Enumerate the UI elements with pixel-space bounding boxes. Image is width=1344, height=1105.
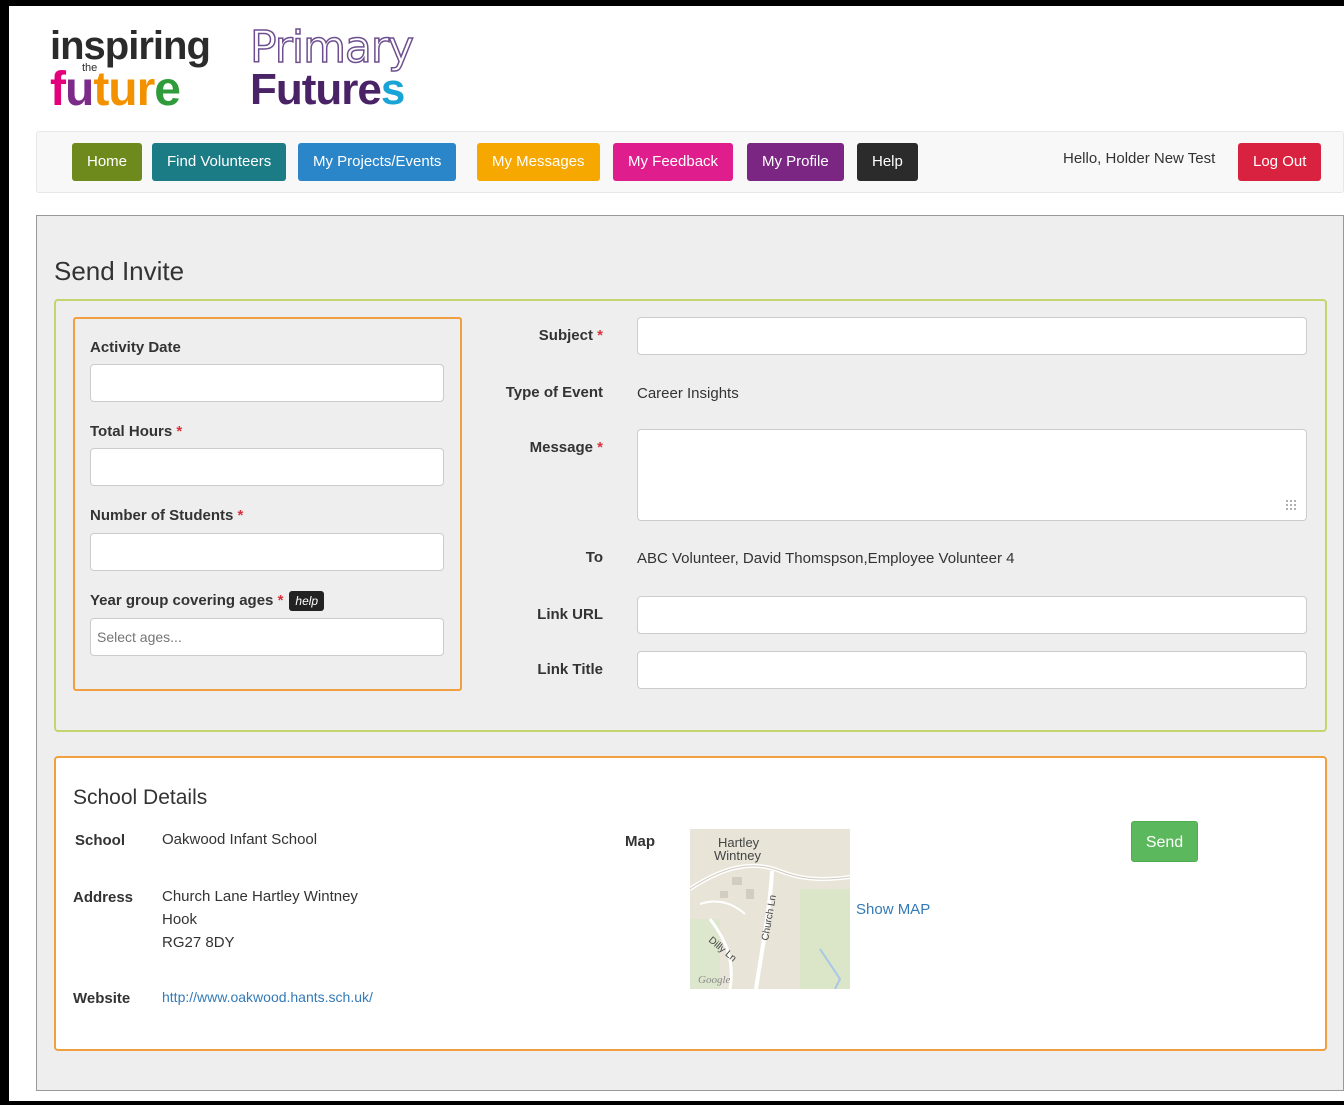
logo-future: future (50, 63, 181, 116)
nav-my-profile[interactable]: My Profile (747, 143, 844, 181)
activity-date-input[interactable] (90, 364, 444, 402)
logout-button[interactable]: Log Out (1238, 143, 1322, 181)
map-thumbnail[interactable]: Hartley Wintney Church Ln Dilly Ln Googl… (690, 829, 850, 989)
students-input[interactable] (90, 533, 444, 571)
school-name-value: Oakwood Infant School (162, 831, 318, 848)
activity-date-label: Activity Date (90, 339, 181, 356)
total-hours-input[interactable] (90, 448, 444, 486)
map-image: Hartley Wintney Church Ln Dilly Ln Googl… (690, 829, 850, 989)
logo-futures: Futures (250, 65, 405, 114)
page-title: Send Invite (54, 256, 185, 286)
textarea-resize-handle[interactable] (1285, 499, 1297, 511)
user-greeting: Hello, Holder New Test (1063, 150, 1216, 167)
ages-select-input[interactable] (90, 618, 444, 656)
message-label: Message * (529, 439, 603, 456)
year-group-label: Year group covering ages * help (90, 591, 325, 611)
to-label: To (585, 549, 603, 566)
map-label: Map (625, 833, 655, 850)
main-navbar: Home Find Volunteers My Projects/Events … (36, 131, 1344, 193)
send-button[interactable]: Send (1131, 821, 1198, 862)
total-hours-label: Total Hours * (90, 423, 183, 440)
nav-my-projects-events[interactable]: My Projects/Events (298, 143, 457, 181)
link-url-label: Link URL (537, 606, 603, 623)
nav-find-volunteers[interactable]: Find Volunteers (152, 143, 287, 181)
address-value: Church Lane Hartley Wintney Hook RG27 8D… (162, 888, 358, 951)
show-map-link[interactable]: Show MAP (856, 898, 930, 921)
invite-form-box: Activity Date Total Hours * Number of St… (54, 299, 1327, 732)
frame-top (0, 0, 1344, 6)
subject-input[interactable] (637, 317, 1307, 355)
map-attribution: Google (698, 974, 731, 986)
to-recipients-value: ABC Volunteer, David Thomspson,Employee … (637, 550, 1015, 567)
map-place-line-2: Wintney (714, 848, 761, 863)
address-label: Address (73, 889, 134, 906)
link-title-input[interactable] (637, 651, 1307, 689)
site-logo[interactable]: inspiring the future Primary Futures (50, 21, 450, 116)
school-details-title: School Details (73, 786, 208, 809)
website-label: Website (73, 990, 131, 1007)
nav-home[interactable]: Home (72, 143, 143, 181)
link-url-input[interactable] (637, 596, 1307, 634)
main-panel: Send Invite Activity Date Total Hours * … (36, 215, 1344, 1091)
year-group-help-button[interactable]: help (289, 591, 325, 611)
nav-my-messages[interactable]: My Messages (477, 143, 600, 181)
activity-details-box: Activity Date Total Hours * Number of St… (73, 317, 462, 691)
subject-label: Subject * (538, 327, 603, 344)
frame-left (0, 0, 9, 1105)
nav-help[interactable]: Help (857, 143, 918, 181)
nav-my-feedback[interactable]: My Feedback (613, 143, 734, 181)
students-label: Number of Students * (90, 507, 244, 524)
school-details-box: School Details School Oakwood Infant Sch… (54, 756, 1327, 1051)
website-link[interactable]: http://www.oakwood.hants.sch.uk/ (162, 986, 373, 1009)
event-type-value: Career Insights (637, 385, 739, 402)
message-textarea[interactable] (637, 429, 1307, 521)
link-title-label: Link Title (537, 661, 603, 678)
frame-bottom (0, 1101, 1344, 1105)
event-type-label: Type of Event (505, 384, 603, 401)
school-label: School (75, 832, 126, 849)
